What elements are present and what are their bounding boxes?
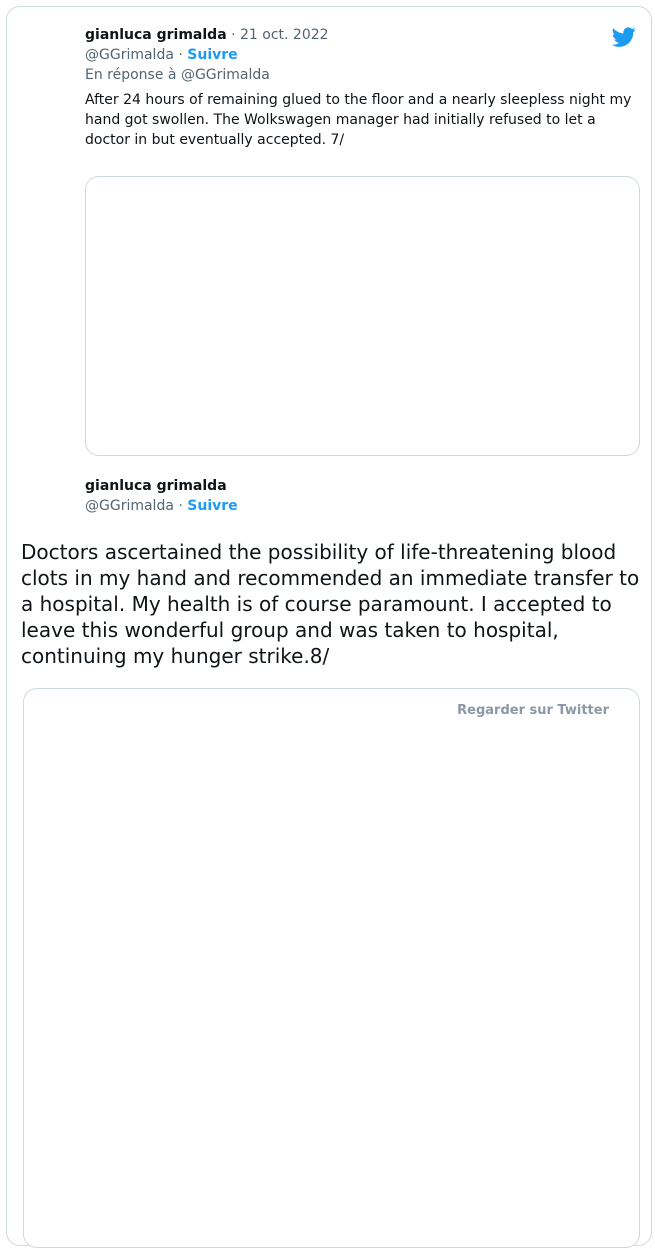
tweet-1-media[interactable] (85, 176, 640, 456)
follow-button[interactable]: Suivre (187, 47, 237, 63)
tweet-2-author-line: gianluca grimalda (85, 476, 625, 496)
tweet-1-handle-line: @GGrimalda · Suivre (85, 45, 625, 65)
separator: · (231, 27, 236, 43)
tweet-1-author-line: gianluca grimalda · 21 oct. 2022 (85, 25, 625, 45)
follow-button[interactable]: Suivre (187, 498, 237, 514)
reply-to-label[interactable]: En réponse à @GGrimalda (85, 65, 625, 85)
separator: · (178, 498, 183, 514)
author-name[interactable]: gianluca grimalda (85, 478, 227, 494)
author-handle[interactable]: @GGrimalda (85, 498, 174, 514)
author-name[interactable]: gianluca grimalda (85, 27, 227, 43)
tweet-1: gianluca grimalda · 21 oct. 2022 @GGrima… (85, 25, 631, 150)
tweet-2: gianluca grimalda @GGrimalda · Suivre (85, 476, 625, 516)
tweet-date[interactable]: 21 oct. 2022 (240, 27, 329, 43)
separator: · (178, 47, 183, 63)
author-handle[interactable]: @GGrimalda (85, 47, 174, 63)
tweet-2-media[interactable]: Regarder sur Twitter (23, 688, 640, 1248)
tweet-1-text: After 24 hours of remaining glued to the… (85, 92, 632, 148)
main-tweet-text: Doctors ascertained the possibility of l… (21, 540, 640, 668)
watch-on-twitter-link[interactable]: Regarder sur Twitter (457, 703, 609, 718)
tweet-2-handle-line: @GGrimalda · Suivre (85, 496, 625, 516)
